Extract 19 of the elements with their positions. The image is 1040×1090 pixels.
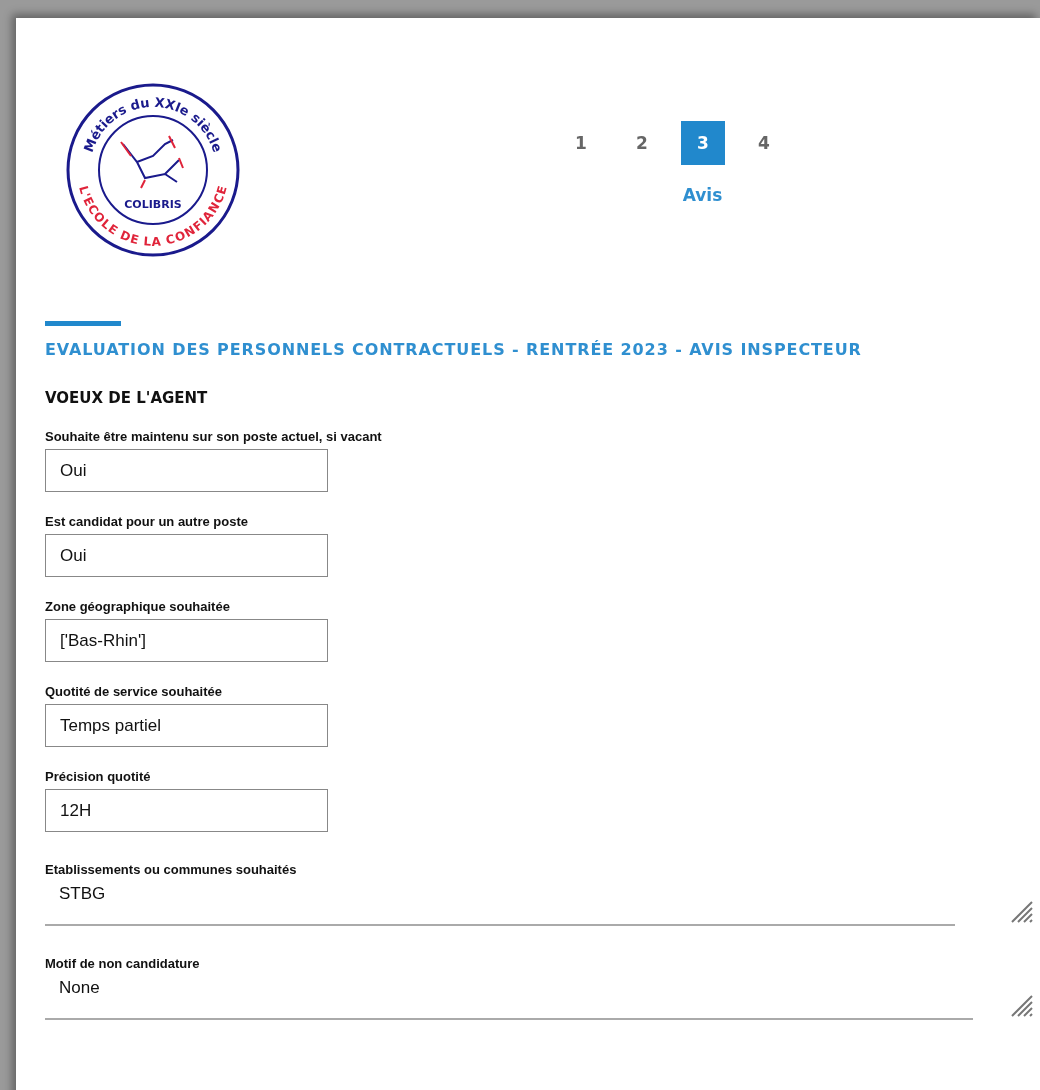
input-field[interactable]: Temps partiel — [45, 704, 328, 747]
step-tab[interactable]: 1 — [559, 121, 603, 165]
input-field[interactable]: 12H — [45, 789, 328, 832]
field-label: Motif de non candidature — [45, 956, 201, 971]
field-label: Zone géographique souhaitée — [45, 599, 231, 614]
field-label: Quotité de service souhaitée — [45, 684, 223, 699]
field-label: Souhaite être maintenu sur son poste actuel, si vacant — [45, 429, 383, 444]
input-field[interactable]: Oui — [45, 534, 328, 577]
field-label: Est candidat pour un autre poste — [45, 514, 249, 529]
input-field[interactable]: Oui — [45, 449, 328, 492]
step-tab[interactable]: 2 — [620, 121, 664, 165]
field-label: Etablissements ou communes souhaités — [45, 862, 298, 877]
section-heading: VOEUX DE L'AGENT — [45, 389, 209, 407]
step-label: Avis — [682, 185, 723, 205]
input-field[interactable]: ['Bas-Rhin'] — [45, 619, 328, 662]
step-tab[interactable]: 3 — [681, 121, 725, 165]
field-label: Précision quotité — [45, 769, 152, 784]
step-tab[interactable]: 4 — [742, 121, 786, 165]
page-title: EVALUATION DES PERSONNELS CONTRACTUELS - RENTRÉE 2023 - AVIS INSPECTEUR — [45, 340, 863, 359]
